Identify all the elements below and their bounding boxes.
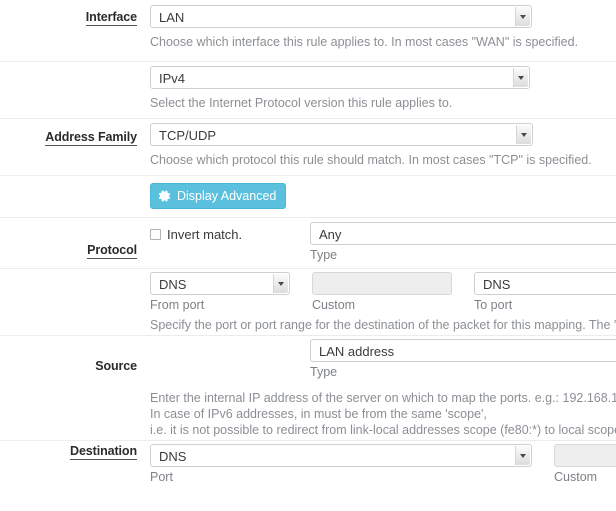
chevron-down-icon (516, 125, 531, 144)
controls-address-family: IPv4 Select the Internet Protocol versio… (150, 62, 616, 111)
address-family-help-text: Select the Internet Protocol version thi… (150, 96, 453, 110)
destination-port-range-help-text: Specify the port or port range for the d… (150, 318, 616, 332)
controls-protocol: TCP/UDP Choose which protocol this rule … (150, 119, 616, 168)
interface-select[interactable]: LAN (150, 5, 532, 28)
checkbox-box-icon (150, 229, 161, 240)
redirect-target-port-sublabel: Port (150, 470, 173, 484)
display-advanced-button-label: Display Advanced (177, 188, 277, 203)
controls-redirect-target-ip: LAN address Type Enter the internal IP a… (150, 336, 616, 437)
form-row-redirect-target-port: Redirect target port DNS Port Custom (0, 441, 616, 511)
redirect-target-ip-type-value: LAN address (319, 344, 395, 359)
redirect-target-port-value: DNS (159, 449, 187, 464)
label-interface: Interface (0, 10, 137, 26)
invert-match-label: Invert match. (167, 227, 243, 242)
chevron-down-icon (273, 274, 288, 293)
form-row-interface: Interface LAN Choose which interface thi… (0, 0, 616, 62)
controls-source: Display Advanced (150, 176, 616, 209)
redirect-target-port-select[interactable]: DNS (150, 444, 532, 467)
redirect-target-port-custom-sublabel: Custom (554, 470, 598, 484)
redirect-target-ip-help-line-1: Enter the internal IP address of the ser… (150, 391, 616, 405)
redirect-target-ip-type-sublabel: Type (310, 365, 338, 379)
dest-from-port-custom-sublabel: Custom (312, 298, 356, 312)
dest-from-port-select[interactable]: DNS (150, 272, 290, 295)
destination-type-sublabel: Type (310, 248, 338, 262)
display-advanced-button[interactable]: Display Advanced (150, 183, 287, 209)
redirect-target-ip-help-line-3: i.e. it is not possible to redirect from… (150, 423, 616, 437)
form-row-destination-port-range: Destination port range DNS From port Cus… (0, 269, 616, 336)
redirect-target-ip-type-select[interactable]: LAN address (310, 339, 616, 362)
form-row-redirect-target-ip: Redirect target IP LAN address Type Ente… (0, 336, 616, 441)
interface-help-text: Choose which interface this rule applies… (150, 35, 579, 49)
dest-from-port-sublabel: From port (150, 298, 205, 312)
controls-interface: LAN Choose which interface this rule app… (150, 0, 616, 50)
chevron-down-icon (515, 446, 530, 465)
destination-type-select[interactable]: Any (310, 222, 616, 245)
address-family-select[interactable]: IPv4 (150, 66, 530, 89)
dest-to-port-value: DNS (483, 277, 511, 292)
form-row-destination: Destination Invert match. Any Type (0, 218, 616, 460)
invert-match-checkbox[interactable]: Invert match. (150, 223, 242, 246)
redirect-target-port-custom-input[interactable] (554, 444, 616, 467)
form-row-address-family: Address Family IPv4 Select the Internet … (0, 62, 616, 146)
protocol-select-value: TCP/UDP (159, 128, 217, 143)
dest-from-port-custom-input[interactable] (312, 272, 452, 295)
interface-select-value: LAN (159, 10, 185, 25)
protocol-select[interactable]: TCP/UDP (150, 123, 533, 146)
address-family-select-value: IPv4 (159, 71, 186, 86)
form-row-protocol: Protocol TCP/UDP Choose which protocol t… (0, 119, 616, 259)
dest-to-port-select[interactable]: DNS (474, 272, 616, 295)
chevron-down-icon (515, 7, 530, 26)
redirect-target-ip-help-line-2: In case of IPv6 addresses, in must be fr… (150, 407, 487, 421)
destination-type-value: Any (319, 227, 342, 242)
protocol-help-text: Choose which protocol this rule should m… (150, 153, 592, 167)
dest-to-port-sublabel: To port (474, 298, 513, 312)
controls-redirect-target-port: DNS Port Custom (150, 441, 616, 505)
controls-destination: Invert match. Any Type (150, 218, 616, 262)
label-interface-text: Interface (85, 10, 137, 26)
gear-icon (159, 190, 172, 203)
controls-destination-port-range: DNS From port Custom DNS To port Specify… (150, 269, 616, 332)
dest-from-port-value: DNS (159, 277, 187, 292)
form-row-source: Source Display Advanced (0, 176, 616, 373)
nat-rule-form: Interface LAN Choose which interface thi… (0, 0, 616, 511)
chevron-down-icon (513, 68, 528, 87)
